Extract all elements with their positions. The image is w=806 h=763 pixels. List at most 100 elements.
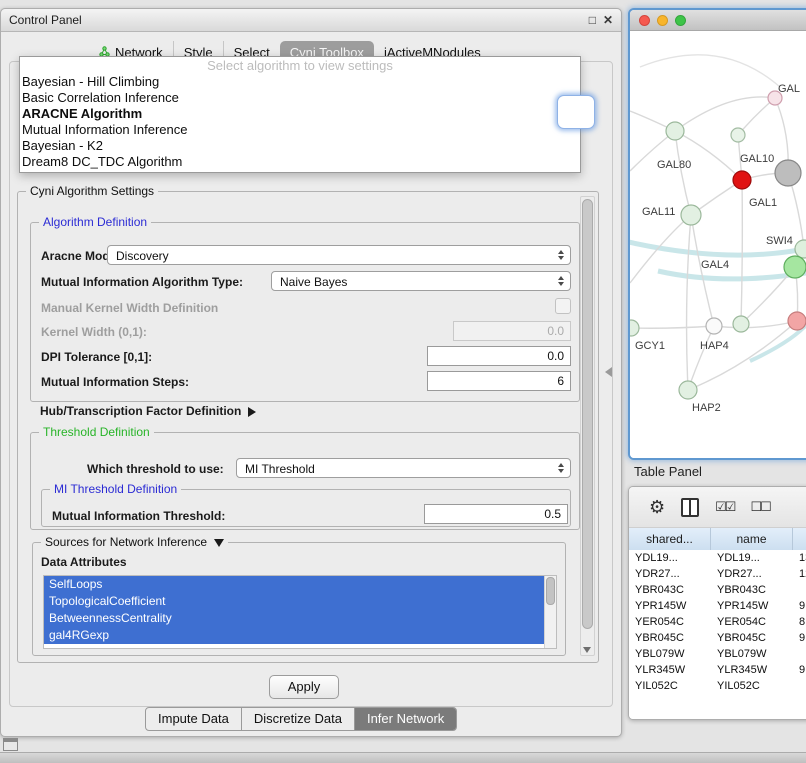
data-attribute-item[interactable]: gal4RGexp [44,627,544,644]
algorithm-option[interactable]: Bayesian - Hill Climbing [20,74,580,90]
network-node[interactable] [679,381,697,399]
network-node[interactable] [706,318,722,334]
columns-icon[interactable] [681,498,699,517]
manual-kernel-width-checkbox[interactable] [555,298,571,314]
table-row[interactable]: YBR045CYBR045C9. [629,630,806,646]
network-edge[interactable] [738,98,775,135]
mi-type-label: Mutual Information Algorithm Type: [41,275,243,289]
table-cell: 8. [793,616,806,628]
table-row[interactable]: YBL079WYBL079W [629,646,806,662]
table-row[interactable]: YPR145WYPR145W9. [629,598,806,614]
hub-definition-label: Hub/Transcription Factor Definition [40,404,241,418]
restore-panel-icon[interactable] [3,738,18,751]
data-attribute-item[interactable]: TopologicalCoefficient [44,593,544,610]
settings-scrollbar[interactable] [580,196,595,656]
kernel-width-field: 0.0 [453,321,571,341]
select-all-rows-icon[interactable]: ☑☑ [715,499,734,515]
data-attribute-item[interactable]: BetweennessCentrality [44,610,544,627]
list-scrollbar[interactable] [544,576,556,648]
data-attribute-item[interactable]: SelfLoops [44,576,544,593]
algorithm-combobox[interactable] [557,95,595,129]
table-cell: YPR145W [711,600,793,612]
sources-toggle[interactable]: Sources for Network Inference [41,535,228,549]
table-body: YDL19...YDL19...13YDR27...YDR27...12YBR0… [629,550,806,719]
group-title: MI Threshold Definition [50,482,181,496]
which-threshold-label: Which threshold to use: [87,462,224,476]
tab-discretize-data[interactable]: Discretize Data [242,708,355,730]
table-row[interactable]: YIL052CYIL052C [629,678,806,694]
table-toolbar: ⚙ ☑☑ ☐☐ [629,487,806,528]
mi-algorithm-type-select[interactable]: Naive Bayes [271,271,571,291]
column-header[interactable]: shared... [629,528,711,550]
network-node[interactable] [784,256,806,278]
table-panel-window: ⚙ ☑☑ ☐☐ shared...name YDL19...YDL19...13… [628,486,806,720]
table-cell: YDR27... [711,568,793,580]
algorithm-option[interactable]: ARACNE Algorithm [20,106,580,122]
tab-impute-data[interactable]: Impute Data [146,708,242,730]
float-window-icon[interactable]: □ [589,14,596,26]
network-edge[interactable] [687,215,691,390]
network-edge[interactable] [675,97,775,131]
network-window-titlebar[interactable] [630,10,806,31]
table-row[interactable]: YLR345WYLR345W9. [629,662,806,678]
scrollbar-thumb[interactable] [582,199,593,629]
network-node[interactable] [731,128,745,142]
mi-threshold-field[interactable]: 0.5 [424,504,568,524]
table-row[interactable]: YDR27...YDR27...12 [629,566,806,582]
group-title: Threshold Definition [39,425,154,439]
mi-steps-field[interactable]: 6 [427,371,571,391]
zoom-traffic-light[interactable] [675,15,686,26]
node-label: HAP4 [700,340,729,352]
chevron-right-icon [248,407,256,417]
network-node[interactable] [775,160,801,186]
network-edge[interactable] [658,269,806,279]
minimize-traffic-light[interactable] [657,15,668,26]
close-traffic-light[interactable] [639,15,650,26]
network-edge[interactable] [640,55,780,87]
column-header[interactable]: name [711,528,793,550]
network-canvas[interactable]: GALGAL80GAL10GAL11GAL1SWI4GAL4GCY1HAP4HA… [630,31,806,458]
control-panel-titlebar[interactable]: Control Panel □ ✕ [1,9,621,32]
algorithm-option[interactable]: Mutual Information Inference [20,122,580,138]
network-node[interactable] [666,122,684,140]
data-attributes-list[interactable]: SelfLoopsTopologicalCoefficientBetweenne… [43,575,557,649]
scrollbar-thumb[interactable] [546,577,555,605]
table-row[interactable]: YER054CYER054C8. [629,614,806,630]
algorithm-dropdown-list[interactable]: Select algorithm to view settingsBayesia… [19,56,581,173]
dpi-tolerance-field[interactable]: 0.0 [427,346,571,366]
network-edge[interactable] [714,321,797,328]
network-node[interactable] [630,320,639,336]
panel-splitter-collapse-icon[interactable] [605,367,612,377]
combo-arrows-icon [558,250,564,260]
network-node[interactable] [788,312,806,330]
network-node[interactable] [733,171,751,189]
hub-definition-toggle[interactable]: Hub/Transcription Factor Definition [40,404,256,418]
aracne-mode-select[interactable]: Discovery [107,245,571,265]
algorithm-option[interactable]: Bayesian - K2 [20,138,580,154]
network-node[interactable] [795,240,806,258]
node-label: GAL1 [749,197,777,209]
scrollbar-down-arrow-icon[interactable] [583,647,591,653]
table-cell: YBR043C [711,584,793,596]
table-cell: YIL052C [629,680,711,692]
gear-icon[interactable]: ⚙ [649,498,665,516]
network-edge[interactable] [631,326,714,328]
table-row[interactable]: YDL19...YDL19...13 [629,550,806,566]
sources-group: Sources for Network Inference Data Attri… [32,542,566,656]
column-header[interactable] [793,528,806,550]
network-node[interactable] [733,316,749,332]
network-node[interactable] [681,205,701,225]
network-edge[interactable] [741,180,742,324]
deselect-all-rows-icon[interactable]: ☐☐ [750,499,769,515]
close-icon[interactable]: ✕ [603,14,613,26]
window-title: Control Panel [9,13,82,27]
network-edge[interactable] [675,131,691,215]
apply-button[interactable]: Apply [269,675,339,699]
algorithm-option[interactable]: Basic Correlation Inference [20,90,580,106]
dpi-tolerance-label: DPI Tolerance [0,1]: [41,350,152,364]
algorithm-option[interactable]: Dream8 DC_TDC Algorithm [20,154,580,170]
which-threshold-select[interactable]: MI Threshold [236,458,571,478]
tab-infer-network[interactable]: Infer Network [355,708,456,730]
group-title: Algorithm Definition [39,215,151,229]
table-row[interactable]: YBR043CYBR043C [629,582,806,598]
